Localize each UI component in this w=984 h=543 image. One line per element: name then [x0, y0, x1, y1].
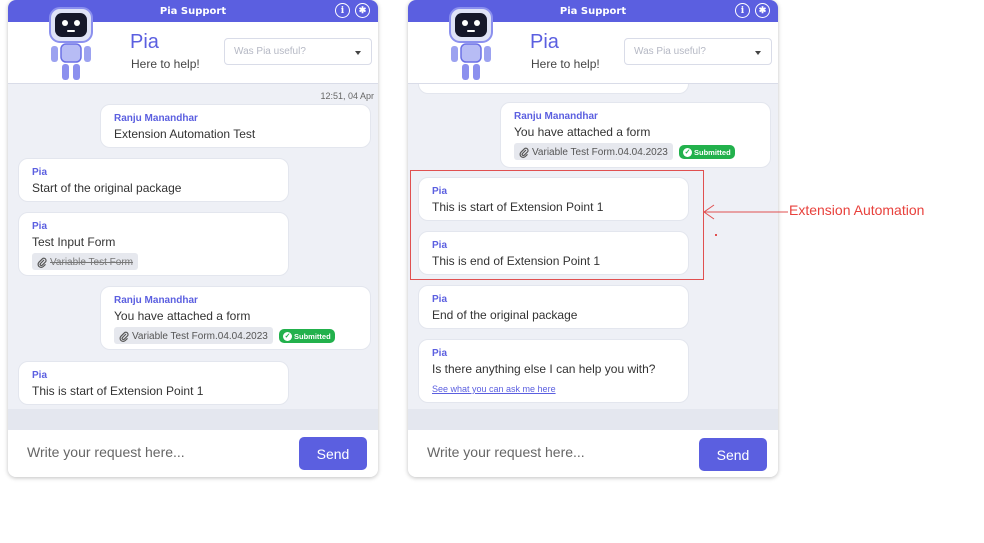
info-icon[interactable]: i [335, 3, 350, 18]
check-icon: ✓ [683, 147, 692, 157]
bot-tagline: Here to help! [131, 57, 200, 71]
bot-header: Pia Here to help! Was Pia useful? [408, 7, 778, 84]
message-sender: Ranju Manandhar [514, 111, 598, 122]
feedback-select[interactable]: Was Pia useful? [224, 38, 372, 65]
widget-title: Pia Support [159, 5, 227, 17]
message-bubble-bot [418, 84, 689, 94]
message-text: You have attached a form [114, 309, 251, 323]
annotation-highlight-box [410, 170, 704, 280]
message-bubble-bot: Pia Is there anything else I can help yo… [418, 339, 689, 403]
gear-icon[interactable]: ✱ [355, 3, 370, 18]
message-sender: Ranju Manandhar [114, 113, 198, 124]
annotation-arrow-icon [703, 204, 788, 220]
message-text: Is there anything else I can help you wi… [432, 362, 656, 376]
submitted-badge: ✓ Submitted [279, 329, 335, 343]
message-bubble-bot: Pia Start of the original package [18, 158, 289, 202]
robot-avatar-icon [449, 7, 493, 80]
message-sender: Pia [32, 221, 48, 232]
message-text: Test Input Form [32, 235, 116, 249]
annotation-label: Extension Automation [789, 202, 925, 218]
message-bubble-bot: Pia End of the original package [418, 285, 689, 329]
message-sender: Pia [432, 294, 448, 305]
send-button[interactable]: Send [299, 437, 367, 470]
paperclip-icon [519, 147, 529, 158]
feedback-select[interactable]: Was Pia useful? [624, 38, 772, 65]
message-text: Start of the original package [32, 181, 182, 195]
paperclip-icon [37, 257, 47, 268]
chat-messages[interactable]: 12:51, 04 Apr Ranju Manandhar Extension … [8, 84, 378, 409]
widget-title: Pia Support [559, 5, 627, 17]
message-bubble-bot: Pia Test Input Form Variable Test Form [18, 212, 289, 276]
message-bubble-user: Ranju Manandhar You have attached a form… [500, 102, 771, 168]
message-input[interactable]: Write your request here... [27, 444, 185, 460]
submitted-badge: ✓ Submitted [679, 145, 735, 159]
chevron-down-icon [355, 51, 361, 55]
attachment-label: Variable Test Form [50, 257, 133, 268]
message-bubble-bot: Pia This is start of Extension Point 1 [18, 361, 289, 405]
attachment-label: Variable Test Form.04.04.2023 [132, 331, 268, 342]
annotation-dot [715, 234, 717, 236]
chat-widget-left: Pia Support i ✱ Pia Here to help! Was Pi… [8, 0, 378, 477]
message-bubble-user: Ranju Manandhar You have attached a form… [100, 286, 371, 350]
bot-header: Pia Here to help! Was Pia useful? [8, 7, 378, 84]
chevron-down-icon [755, 51, 761, 55]
message-text: Extension Automation Test [114, 127, 256, 141]
bot-name: Pia [130, 31, 159, 53]
gear-icon[interactable]: ✱ [755, 3, 770, 18]
message-bubble-user: Ranju Manandhar Extension Automation Tes… [100, 104, 371, 148]
message-text: This is start of Extension Point 1 [32, 384, 204, 398]
message-sender: Pia [32, 167, 48, 178]
message-input-bar: Write your request here... Send [408, 430, 778, 477]
help-link[interactable]: See what you can ask me here [432, 384, 556, 394]
feedback-placeholder: Was Pia useful? [234, 46, 306, 57]
form-attachment[interactable]: Variable Test Form.04.04.2023 [114, 327, 273, 344]
message-sender: Ranju Manandhar [114, 295, 198, 306]
bot-name: Pia [530, 31, 559, 53]
feedback-placeholder: Was Pia useful? [634, 46, 706, 57]
chat-footer-spacer [8, 409, 378, 431]
robot-avatar-icon [49, 7, 93, 80]
check-icon: ✓ [283, 331, 292, 341]
message-sender: Pia [432, 348, 448, 359]
message-sender: Pia [32, 370, 48, 381]
paperclip-icon [119, 331, 129, 342]
badge-label: Submitted [694, 147, 731, 157]
chat-footer-spacer [408, 409, 778, 431]
message-text: End of the original package [432, 308, 578, 322]
message-text: You have attached a form [514, 125, 651, 139]
badge-label: Submitted [294, 331, 331, 341]
message-input-bar: Write your request here... Send [8, 430, 378, 477]
form-attachment[interactable]: Variable Test Form [32, 253, 138, 270]
message-input[interactable]: Write your request here... [427, 444, 585, 460]
send-button[interactable]: Send [699, 438, 767, 471]
bot-tagline: Here to help! [531, 57, 600, 71]
attachment-label: Variable Test Form.04.04.2023 [532, 147, 668, 158]
message-timestamp: 12:51, 04 Apr [320, 91, 374, 101]
info-icon[interactable]: i [735, 3, 750, 18]
form-attachment[interactable]: Variable Test Form.04.04.2023 [514, 143, 673, 160]
